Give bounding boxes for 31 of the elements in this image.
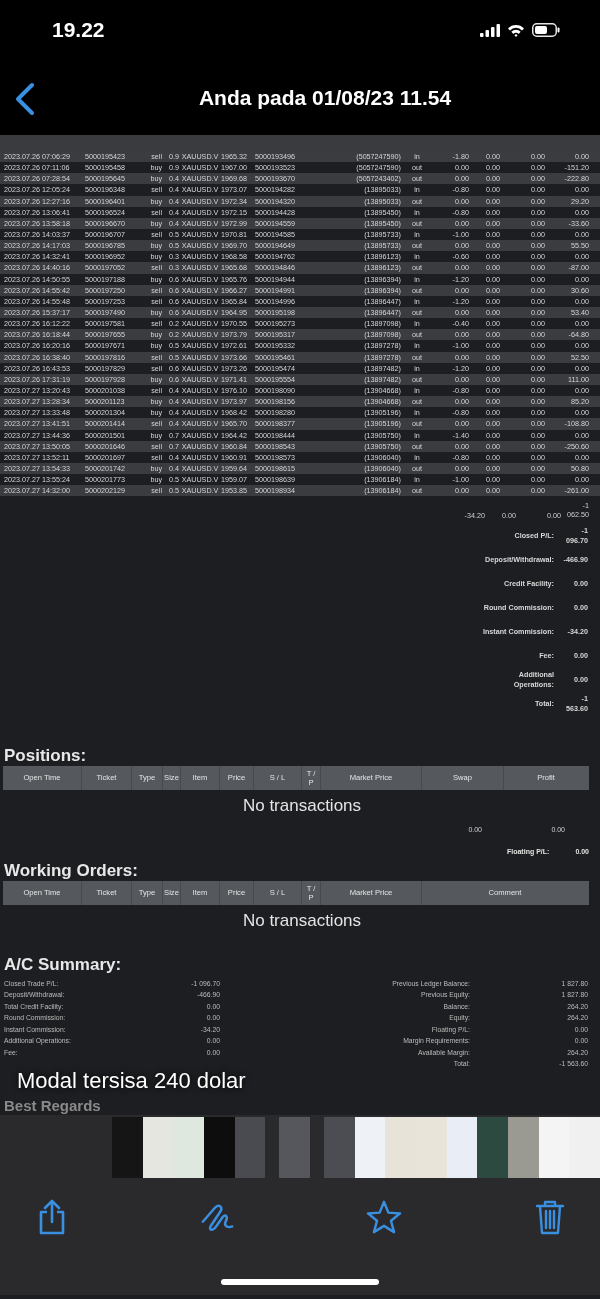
battery-icon xyxy=(532,23,560,37)
photo-thumbnail[interactable] xyxy=(204,1117,235,1178)
wifi-icon xyxy=(507,23,525,37)
empty-message: No transactions xyxy=(241,795,363,816)
empty-message: No transactions xyxy=(241,910,363,931)
photo-thumbnail[interactable] xyxy=(354,1117,386,1178)
photo-thumbnail[interactable] xyxy=(477,1117,509,1178)
email-signature: Best Regards xyxy=(4,1097,101,1114)
photo-thumbnail[interactable] xyxy=(324,1117,355,1178)
photo-thumbnail[interactable] xyxy=(538,1117,570,1178)
star-icon xyxy=(366,1199,402,1235)
photo-caption: Modal tersisa 240 dolar xyxy=(17,1068,246,1094)
photo-thumbnail[interactable] xyxy=(508,1117,539,1178)
photo-thumbnail[interactable] xyxy=(234,1117,266,1178)
photo-thumbnail[interactable] xyxy=(112,1117,143,1178)
clock: 19.22 xyxy=(52,18,105,42)
back-icon xyxy=(14,82,36,116)
signal-icon xyxy=(480,23,500,37)
section-title: A/C Summary: xyxy=(3,954,123,975)
photo-thumbnail[interactable] xyxy=(446,1117,478,1178)
photo-thumbnail[interactable] xyxy=(173,1117,204,1178)
photo-thumbnail[interactable] xyxy=(416,1117,447,1178)
photo-thumbnail[interactable] xyxy=(142,1117,174,1178)
trash-icon xyxy=(535,1199,565,1235)
section-title: Working Orders: xyxy=(3,860,139,881)
screen-title: Anda pada 01/08/23 11.54 xyxy=(197,85,453,110)
photo-thumbnail[interactable] xyxy=(569,1117,600,1178)
photo-thumbnail[interactable] xyxy=(279,1117,311,1178)
section-title: Positions: xyxy=(3,745,88,766)
photo-thumbnail[interactable] xyxy=(385,1117,417,1178)
share-icon xyxy=(37,1198,67,1236)
